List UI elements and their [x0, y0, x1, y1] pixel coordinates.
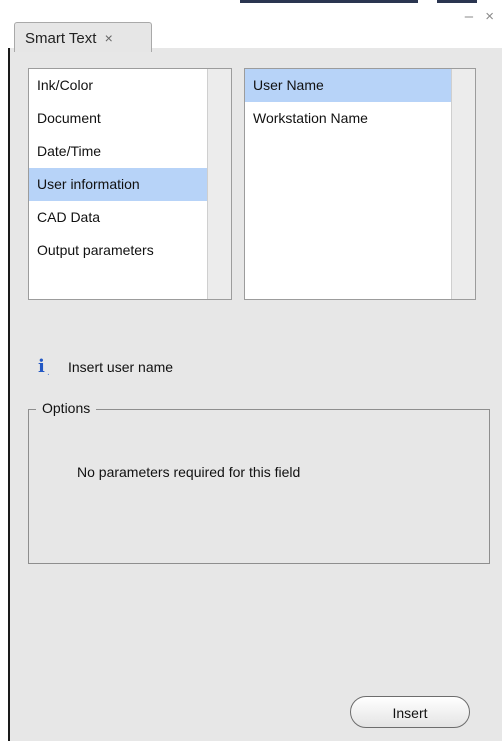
tab-close-icon[interactable]: ×: [105, 30, 113, 46]
top-bar-segment: [240, 0, 418, 3]
field-item-workstation-name[interactable]: Workstation Name: [245, 102, 451, 135]
category-list[interactable]: Ink/Color Document Date/Time User inform…: [28, 68, 232, 300]
field-item-user-name[interactable]: User Name: [245, 69, 451, 102]
field-list[interactable]: User Name Workstation Name: [244, 68, 476, 300]
category-item-user-information[interactable]: User information: [29, 168, 207, 201]
category-list-scrollbar[interactable]: [207, 69, 231, 299]
category-item-output-parameters[interactable]: Output parameters: [29, 234, 207, 267]
top-strip: [0, 0, 504, 10]
info-icon: i.: [38, 356, 50, 378]
category-item-document[interactable]: Document: [29, 102, 207, 135]
options-legend: Options: [36, 400, 97, 416]
options-message: No parameters required for this field: [77, 464, 301, 480]
field-description: i. Insert user name: [36, 356, 173, 378]
category-item-cad-data[interactable]: CAD Data: [29, 201, 207, 234]
tab-smart-text[interactable]: Smart Text ×: [14, 22, 152, 52]
category-list-items: Ink/Color Document Date/Time User inform…: [29, 69, 207, 299]
category-item-date-time[interactable]: Date/Time: [29, 135, 207, 168]
window-controls[interactable]: – ×: [465, 8, 498, 25]
field-list-items: User Name Workstation Name: [245, 69, 451, 299]
category-item-ink-color[interactable]: Ink/Color: [29, 69, 207, 102]
field-description-text: Insert user name: [68, 359, 174, 375]
field-list-scrollbar[interactable]: [451, 69, 475, 299]
tab-label: Smart Text: [25, 30, 97, 47]
options-group: [28, 409, 490, 564]
top-bar-segment: [437, 0, 477, 3]
insert-button[interactable]: Insert: [350, 696, 470, 728]
